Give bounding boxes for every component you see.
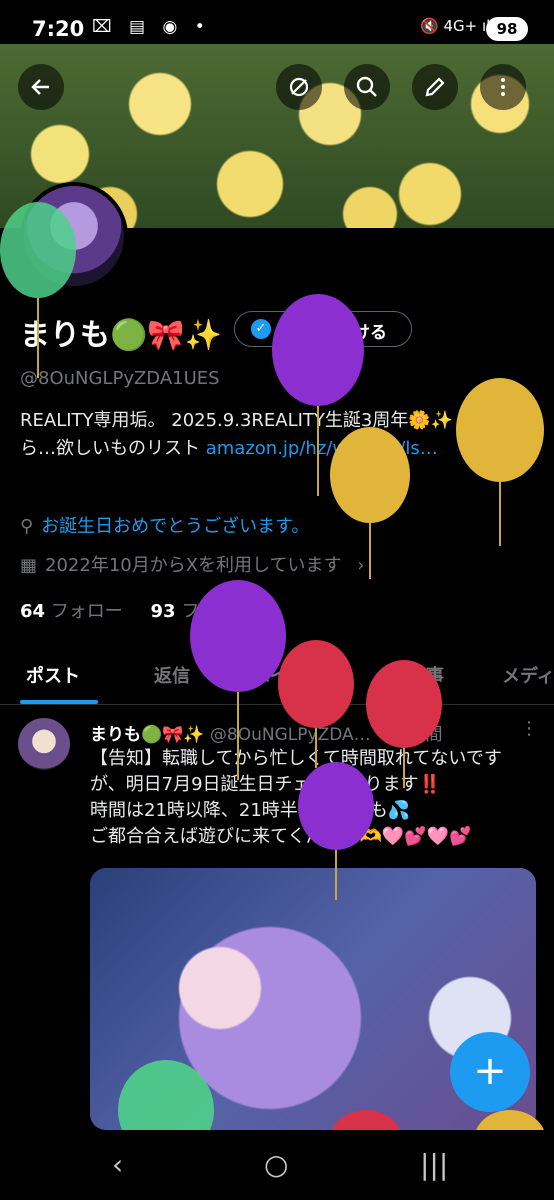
gold-balloon-icon [330, 427, 410, 579]
red-balloon-icon [366, 660, 442, 788]
red-balloon-icon [278, 640, 354, 768]
balloon-overlay [0, 202, 546, 1170]
nav-home-icon[interactable]: ○ [264, 1148, 288, 1181]
gold-balloon-icon [456, 378, 544, 546]
compose-fab-button[interactable]: + [450, 1032, 530, 1112]
nav-back-icon[interactable]: ‹ [112, 1148, 123, 1181]
system-nav-bar: ‹ ○ ||| [0, 1130, 554, 1200]
green-balloon-icon [0, 202, 76, 378]
nav-recent-icon[interactable]: ||| [420, 1148, 448, 1181]
purple-balloon-icon [190, 580, 286, 780]
purple-balloon-icon [298, 762, 374, 900]
